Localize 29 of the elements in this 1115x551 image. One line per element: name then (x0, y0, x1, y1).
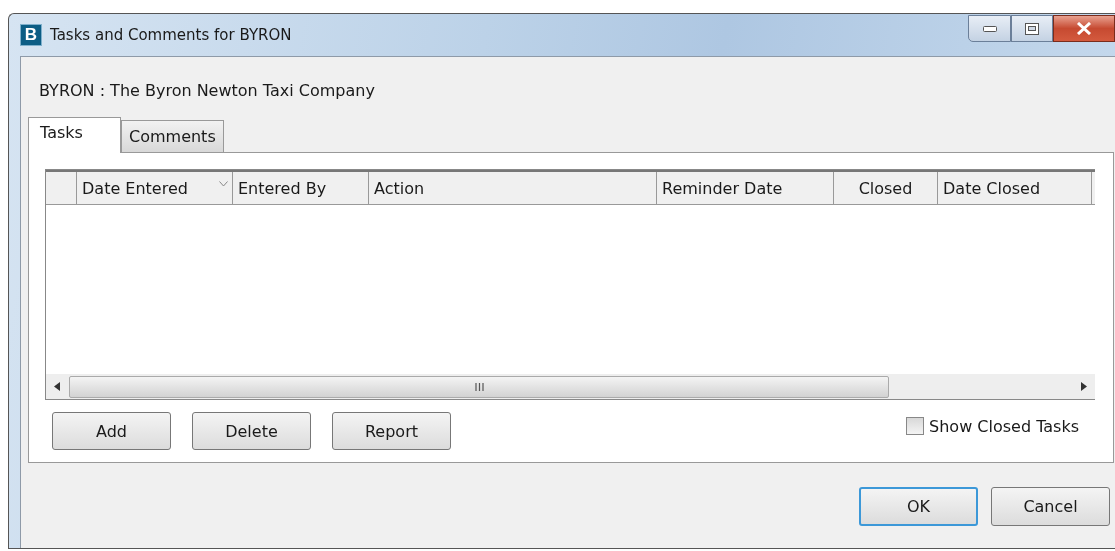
action-button[interactable]: Delete (192, 412, 311, 450)
horizontal-scrollbar[interactable] (46, 374, 1095, 399)
dialog-button[interactable]: OK (859, 487, 978, 526)
close-icon (1076, 22, 1092, 35)
maximize-button[interactable] (1011, 15, 1053, 42)
tab[interactable]: Comments (121, 120, 224, 152)
checkbox[interactable] (906, 417, 925, 435)
column-header[interactable]: Action (369, 172, 657, 204)
window-title: Tasks and Comments for BYRON (50, 26, 293, 44)
scroll-right-icon (1081, 382, 1087, 391)
checkbox-label: Show Closed Tasks (929, 416, 1079, 436)
grip-icon (474, 382, 484, 391)
scroll-left-icon (54, 382, 60, 391)
minimize-button[interactable] (968, 15, 1011, 42)
column-header[interactable]: Date Entered (77, 172, 233, 204)
tab[interactable]: Tasks (28, 117, 121, 153)
minimize-icon (982, 25, 997, 32)
maximize-icon (1025, 22, 1039, 35)
close-button[interactable] (1053, 15, 1115, 42)
action-button[interactable]: Add (52, 412, 171, 450)
scrollbar-thumb[interactable] (69, 375, 889, 398)
column-header[interactable]: Entered By (233, 172, 369, 204)
column-header[interactable]: Date Closed (938, 172, 1092, 204)
column-header[interactable]: Reminder Date (657, 172, 834, 204)
customer-heading: BYRON : The Byron Newton Taxi Company (39, 81, 376, 102)
dialog-button[interactable]: Cancel (991, 487, 1110, 526)
action-button[interactable]: Report (332, 412, 451, 450)
column-header[interactable]: Closed (834, 172, 938, 204)
app-logo: B (20, 24, 42, 46)
